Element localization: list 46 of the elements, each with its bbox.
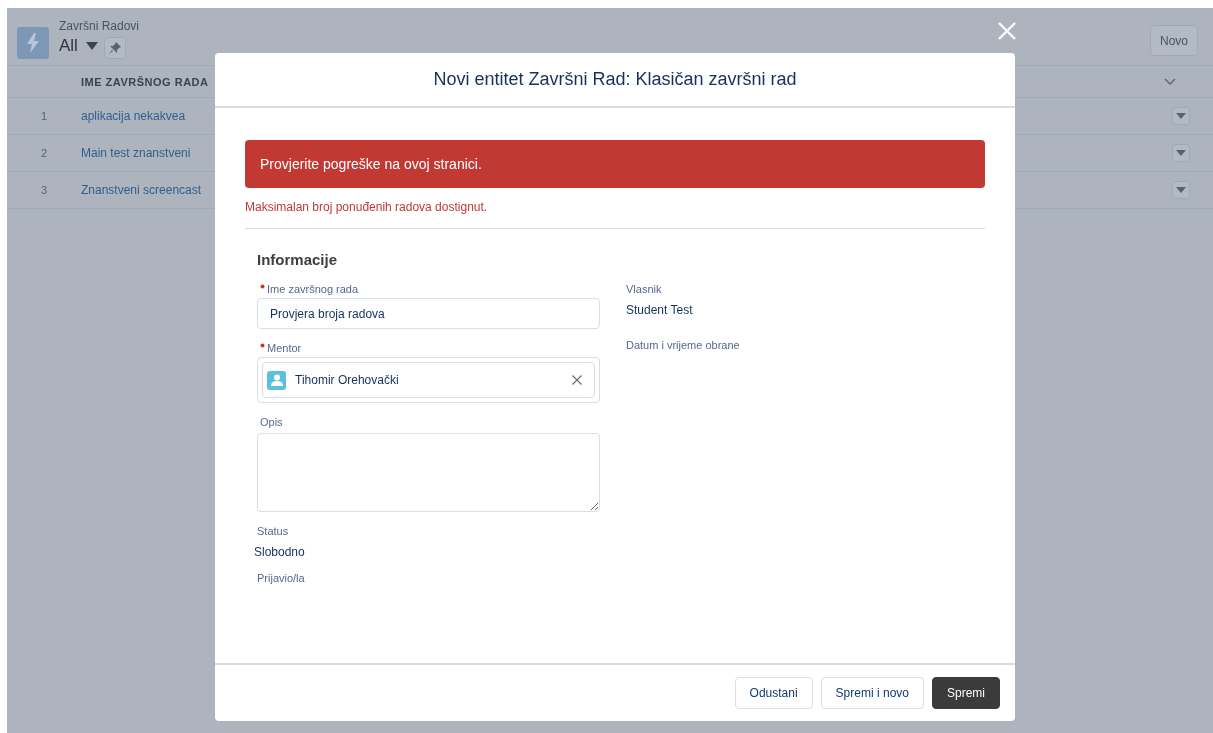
input-field[interactable]: Provjera broja radova — [257, 298, 600, 329]
clear-icon[interactable] — [572, 375, 582, 385]
object-label: Završni Radovi — [59, 19, 140, 33]
close-icon[interactable] — [998, 22, 1016, 40]
record-link[interactable]: Main test znanstveni — [81, 146, 191, 160]
row-actions-button[interactable] — [1172, 107, 1190, 125]
field-label: Vlasnik — [626, 282, 663, 296]
caret-icon — [1176, 113, 1186, 119]
new-button[interactable]: Novo — [1150, 25, 1198, 56]
row-number: 2 — [39, 147, 49, 159]
field-label: Prijavio/la — [257, 571, 305, 585]
lightning-icon — [17, 27, 49, 59]
row-number: 3 — [39, 184, 49, 196]
footer-button[interactable]: Odustani — [734, 677, 813, 709]
list-view-selector[interactable]: All — [59, 36, 78, 56]
caret-icon — [1176, 150, 1186, 156]
caret-icon — [1176, 187, 1186, 193]
column-header[interactable]: IME ZAVRŠNOG RADA — [81, 75, 209, 88]
caret-icon[interactable] — [85, 42, 98, 50]
field-value: Student Test — [626, 303, 694, 317]
row-actions-button[interactable] — [1172, 144, 1190, 162]
lookup-field[interactable]: Tihomir Orehovački — [257, 357, 600, 403]
error-message: Maksimalan broj ponuđenih radova dostignut. — [245, 200, 489, 214]
section-title: Informacije — [257, 251, 339, 268]
field-value: Slobodno — [254, 545, 306, 559]
error-banner: Provjerite pogreške na ovoj stranici. — [245, 140, 985, 188]
field-label: Mentor — [267, 341, 302, 355]
footer-button[interactable]: Spremi i novo — [820, 677, 924, 709]
row-actions-button[interactable] — [1172, 181, 1190, 199]
row-number: 1 — [39, 110, 49, 122]
chevron-down-icon[interactable] — [1164, 77, 1176, 86]
pin-icon — [108, 42, 121, 54]
field-label: Datum i vrijeme obrane — [626, 338, 741, 352]
required-icon — [260, 284, 265, 289]
user-icon — [267, 370, 286, 390]
pin-button[interactable] — [103, 37, 126, 59]
field-label: Status — [257, 524, 289, 538]
required-icon — [260, 343, 265, 348]
field-label: Ime završnog rada — [267, 282, 359, 296]
record-link[interactable]: aplikacija nekakvea — [81, 109, 186, 123]
footer-button[interactable]: Spremi — [932, 677, 1000, 709]
field-label: Opis — [260, 415, 283, 429]
description-field[interactable] — [257, 433, 600, 512]
selected-user: Tihomir Orehovački — [295, 373, 399, 387]
record-link[interactable]: Znanstveni screencast — [81, 183, 202, 197]
modal-title: Novi entitet Završni Rad: Klasičan završni rad — [433, 69, 797, 90]
